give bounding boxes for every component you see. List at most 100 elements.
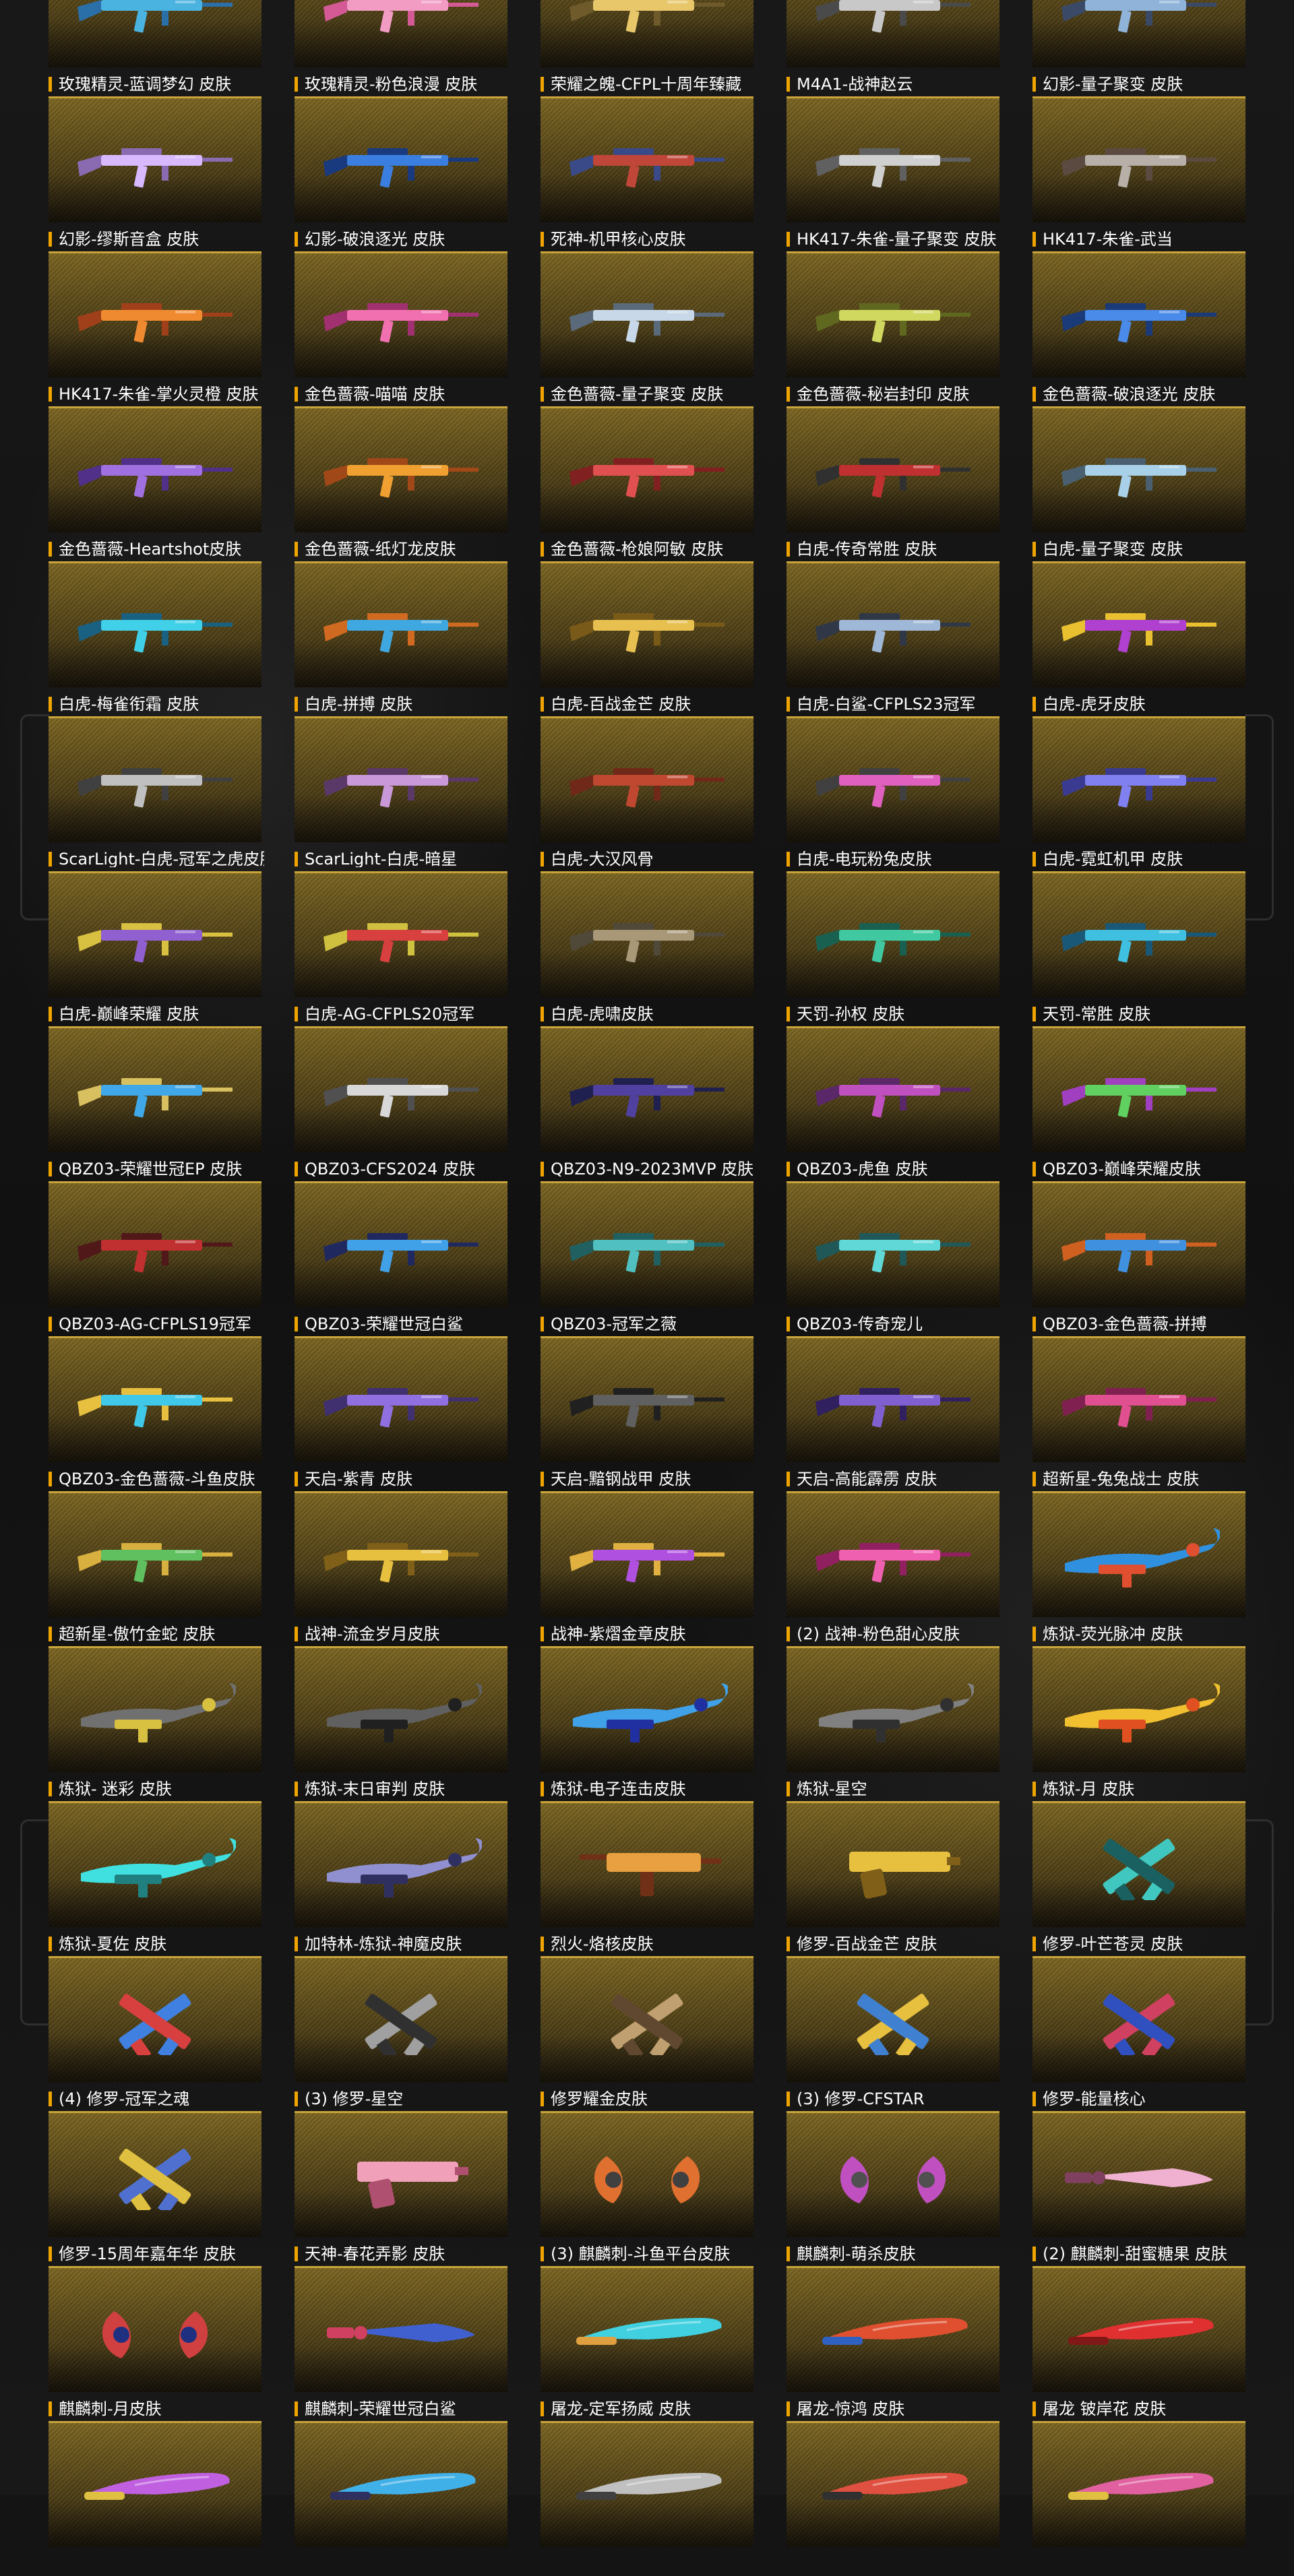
skin-card[interactable]: 白虎-拼搏 皮肤 [295, 561, 507, 716]
skin-card[interactable]: 天罚-常胜 皮肤 [1033, 871, 1245, 1026]
skin-card[interactable]: 修罗-能量核心 [1033, 1956, 1245, 2111]
skin-card[interactable]: HK417-朱雀-武当 [1033, 96, 1245, 251]
skin-card[interactable]: 炼狱-末日审判 皮肤 [295, 1646, 507, 1801]
skin-card[interactable]: QBZ03-传奇宠儿 [787, 1181, 999, 1336]
skin-card[interactable]: 白虎-量子聚变 皮肤 [1033, 406, 1245, 561]
skin-card[interactable]: 金色蔷薇-纸灯龙皮肤 [295, 406, 507, 561]
skin-card[interactable]: 白虎-传奇常胜 皮肤 [787, 406, 999, 561]
skin-card[interactable]: 超新星-傲竹金蛇 皮肤 [49, 1491, 261, 1646]
skin-card[interactable] [541, 2421, 753, 2576]
skin-card[interactable]: (3) 麒麟刺-斗鱼平台皮肤 [541, 2111, 753, 2266]
skin-card[interactable]: QBZ03-CFS2024 皮肤 [295, 1026, 507, 1181]
skin-card[interactable]: 白虎-百战金芒 皮肤 [541, 561, 753, 716]
skin-card[interactable]: 修罗耀金皮肤 [541, 1956, 753, 2111]
skin-card[interactable]: HK417-朱雀-掌火灵橙 皮肤 [49, 251, 261, 406]
skin-card[interactable]: 修罗-百战金芒 皮肤 [787, 1801, 999, 1956]
skin-card[interactable]: 加特林-炼狱-神魔皮肤 [295, 1801, 507, 1956]
skin-caption: (3) 修罗-CFSTAR [787, 2091, 1002, 2107]
skin-card[interactable]: 炼狱-电子连击皮肤 [541, 1646, 753, 1801]
skin-card[interactable] [787, 2421, 999, 2576]
skin-card[interactable]: ScarLight-白虎-冠军之虎皮肤 [49, 716, 264, 871]
skin-card[interactable]: 烈火-烙核皮肤 [541, 1801, 753, 1956]
skin-caption: 炼狱-荧光脉冲 皮肤 [1033, 1626, 1248, 1642]
skin-card[interactable]: 修罗-叶芒苍灵 皮肤 [1033, 1801, 1245, 1956]
skin-card[interactable]: (2) 战神-粉色甜心皮肤 [787, 1491, 999, 1646]
skin-card[interactable]: QBZ03-虎鱼 皮肤 [787, 1026, 999, 1181]
skin-card[interactable]: 炼狱- 迷彩 皮肤 [49, 1646, 261, 1801]
skin-card[interactable]: 战神-紫熠金章皮肤 [541, 1491, 753, 1646]
skin-card[interactable]: 金色蔷薇-秘岩封印 皮肤 [787, 251, 999, 406]
skin-card[interactable]: 幻影-破浪逐光 皮肤 [295, 96, 507, 251]
skin-card[interactable]: 麒麟刺-萌杀皮肤 [787, 2111, 999, 2266]
skin-card[interactable]: 幻影-量子聚变 皮肤 [1033, 0, 1245, 96]
skin-card[interactable] [1033, 2421, 1245, 2576]
skin-card[interactable]: 白虎-虎牙皮肤 [1033, 561, 1245, 716]
skin-card[interactable]: 天启-高能霹雳 皮肤 [787, 1336, 999, 1491]
skin-card[interactable]: QBZ03-N9-2023MVP 皮肤 [541, 1026, 753, 1181]
skin-card[interactable]: 天罚-孙权 皮肤 [787, 871, 999, 1026]
skin-card[interactable] [295, 2421, 507, 2576]
skin-card[interactable]: M4A1-战神赵云 [787, 0, 999, 96]
skin-card[interactable]: 白虎-大汉风骨 [541, 716, 753, 871]
skin-card[interactable]: 荣耀之魄-CFPL十周年臻藏 [541, 0, 753, 96]
skin-card[interactable]: 白虎-白鲨-CFPLS23冠军 [787, 561, 999, 716]
skin-card[interactable]: 玫瑰精灵-粉色浪漫 皮肤 [295, 0, 507, 96]
skin-card[interactable]: ScarLight-白虎-暗星 [295, 716, 507, 871]
skin-card[interactable]: 金色蔷薇-Heartshot皮肤 [49, 406, 261, 561]
skin-thumbnail [541, 1491, 753, 1617]
skin-card[interactable]: 金色蔷薇-枪娘阿敏 皮肤 [541, 406, 753, 561]
skin-card[interactable]: 屠龙 铍岸花 皮肤 [1033, 2266, 1245, 2421]
skin-caption: 金色蔷薇-喵喵 皮肤 [295, 386, 510, 402]
skin-card[interactable]: (4) 修罗-冠军之魂 [49, 1956, 261, 2111]
skin-card[interactable]: 白虎-虎啸皮肤 [541, 871, 753, 1026]
skin-card[interactable]: 金色蔷薇-喵喵 皮肤 [295, 251, 507, 406]
skin-card[interactable]: 白虎-巅峰荣耀 皮肤 [49, 871, 261, 1026]
skin-name: ScarLight-白虎-冠军之虎皮肤 [59, 851, 264, 867]
skin-card[interactable]: 炼狱-荧光脉冲 皮肤 [1033, 1491, 1245, 1646]
skin-card[interactable]: 天启-紫青 皮肤 [295, 1336, 507, 1491]
skin-card[interactable]: 白虎-梅雀衔霜 皮肤 [49, 561, 261, 716]
skin-card[interactable]: 超新星-兔兔战士 皮肤 [1033, 1336, 1245, 1491]
skin-thumbnail [295, 251, 507, 377]
skin-card[interactable]: 白虎-电玩粉兔皮肤 [787, 716, 999, 871]
skin-card[interactable]: (3) 修罗-CFSTAR [787, 1956, 999, 2111]
skin-thumbnail [1033, 2421, 1245, 2547]
skin-card[interactable]: QBZ03-巅峰荣耀皮肤 [1033, 1026, 1245, 1181]
skin-card[interactable]: QBZ03-荣耀世冠EP 皮肤 [49, 1026, 261, 1181]
skin-card[interactable]: 金色蔷薇-量子聚变 皮肤 [541, 251, 753, 406]
skin-card[interactable]: 死神-机甲核心皮肤 [541, 96, 753, 251]
skin-name: QBZ03-冠军之薇 [551, 1316, 677, 1332]
skin-card[interactable]: QBZ03-金色蔷薇-斗鱼皮肤 [49, 1336, 261, 1491]
skin-card[interactable]: HK417-朱雀-量子聚变 皮肤 [787, 96, 999, 251]
skin-card[interactable]: 麒麟刺-月皮肤 [49, 2266, 261, 2421]
skin-card[interactable]: 屠龙-惊鸿 皮肤 [787, 2266, 999, 2421]
skin-thumbnail [541, 0, 753, 67]
skin-card[interactable]: QBZ03-AG-CFPLS19冠军 [49, 1181, 261, 1336]
skin-card[interactable]: 炼狱-夏佐 皮肤 [49, 1801, 261, 1956]
skin-card[interactable]: 修罗-15周年嘉年华 皮肤 [49, 2111, 261, 2266]
skin-card[interactable]: QBZ03-金色蔷薇-拼搏 [1033, 1181, 1245, 1336]
skin-card[interactable]: 玫瑰精灵-蓝调梦幻 皮肤 [49, 0, 261, 96]
skin-card[interactable]: 白虎-AG-CFPLS20冠军 [295, 871, 507, 1026]
skin-card[interactable]: QBZ03-冠军之薇 [541, 1181, 753, 1336]
heavy-icon [819, 1683, 974, 1742]
skin-card[interactable]: 麒麟刺-荣耀世冠白鲨 [295, 2266, 507, 2421]
skin-card[interactable]: 天启-黯钢战甲 皮肤 [541, 1336, 753, 1491]
skin-card[interactable]: 炼狱-星空 [787, 1646, 999, 1801]
skin-thumbnail [787, 251, 999, 377]
skin-caption: 白虎-白鲨-CFPLS23冠军 [787, 696, 1002, 712]
rifle-icon [324, 1078, 479, 1118]
skin-card[interactable]: (2) 麒麟刺-甜蜜糖果 皮肤 [1033, 2111, 1245, 2266]
rifle-icon [815, 1078, 970, 1118]
skin-card[interactable]: 天神-春花弄影 皮肤 [295, 2111, 507, 2266]
skin-card[interactable]: 幻影-缪斯音盒 皮肤 [49, 96, 261, 251]
skin-card[interactable]: QBZ03-荣耀世冠白鲨 [295, 1181, 507, 1336]
skin-card[interactable]: (3) 修罗-星空 [295, 1956, 507, 2111]
skin-card[interactable]: 白虎-霓虹机甲 皮肤 [1033, 716, 1245, 871]
skin-card[interactable]: 金色蔷薇-破浪逐光 皮肤 [1033, 251, 1245, 406]
skin-thumbnail [49, 1646, 261, 1772]
skin-card[interactable]: 屠龙-定军扬威 皮肤 [541, 2266, 753, 2421]
skin-card[interactable] [49, 2421, 261, 2576]
skin-card[interactable]: 战神-流金岁月皮肤 [295, 1491, 507, 1646]
skin-card[interactable]: 炼狱-月 皮肤 [1033, 1646, 1245, 1801]
